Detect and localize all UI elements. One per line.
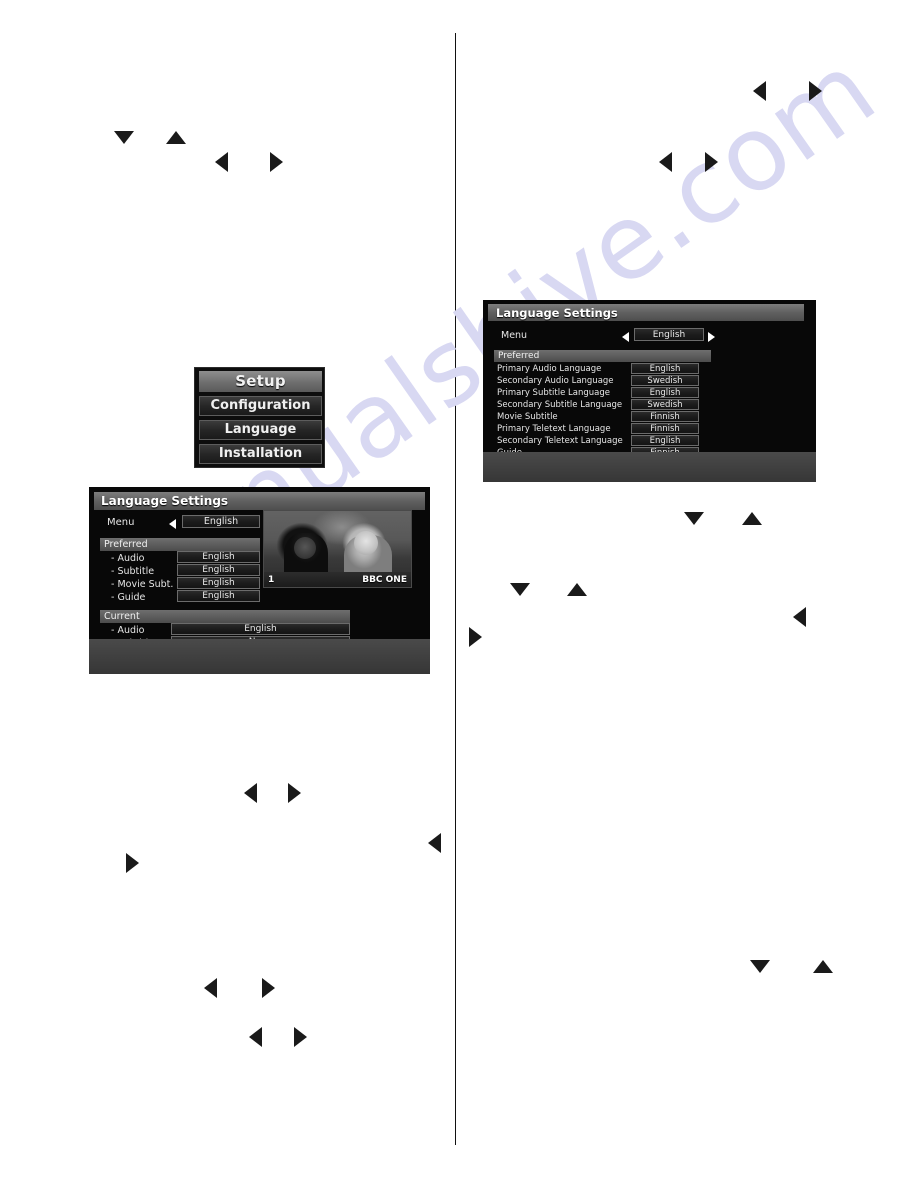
panel1-preferred-row-label-1: - Subtitle bbox=[111, 566, 155, 577]
panel2-row-label-6: Secondary Teletext Language bbox=[497, 436, 623, 446]
right-arrow-icon bbox=[809, 81, 822, 101]
tv-preview-thumbnail: 1 BBC ONE bbox=[263, 510, 412, 588]
tv-preview-face-right bbox=[354, 531, 378, 555]
panel1-current-row-label-0: - Audio bbox=[111, 625, 145, 636]
panel1-menu-value[interactable]: English bbox=[182, 515, 260, 528]
down-arrow-icon bbox=[510, 583, 530, 596]
panel2-row-label-3: Secondary Subtitle Language bbox=[497, 400, 623, 410]
setup-menu-title: Setup bbox=[199, 371, 322, 392]
panel1-preferred-section-header: Preferred bbox=[100, 538, 260, 551]
left-arrow-icon bbox=[428, 833, 441, 853]
down-arrow-icon bbox=[114, 131, 134, 144]
panel2-row-value-1[interactable]: Swedish bbox=[631, 375, 699, 386]
panel1-preferred-row-value-0[interactable]: English bbox=[177, 551, 260, 563]
right-arrow-icon bbox=[126, 853, 139, 873]
panel1-preferred-row-label-2: - Movie Subt. bbox=[111, 579, 174, 590]
right-arrow-icon bbox=[288, 783, 301, 803]
right-arrow-icon bbox=[469, 627, 482, 647]
panel2-row-label-4: Movie Subtitle bbox=[497, 412, 558, 422]
panel1-title: Language Settings bbox=[94, 492, 425, 510]
panel2-row-label-2: Primary Subtitle Language bbox=[497, 388, 610, 398]
setup-menu-screenshot: Setup Configuration Language Installatio… bbox=[194, 367, 325, 468]
panel2-preferred-section-header: Preferred bbox=[494, 350, 711, 362]
panel2-row-value-3[interactable]: Swedish bbox=[631, 399, 699, 410]
panel2-row-label-5: Primary Teletext Language bbox=[497, 424, 611, 434]
panel2-row-value-5[interactable]: Finnish bbox=[631, 423, 699, 434]
panel2-row-value-0[interactable]: English bbox=[631, 363, 699, 374]
panel2-row-value-6[interactable]: English bbox=[631, 435, 699, 446]
panel2-menu-value[interactable]: English bbox=[634, 328, 704, 341]
panel2-row-label-0: Primary Audio Language bbox=[497, 364, 602, 374]
left-arrow-icon bbox=[793, 607, 806, 627]
up-arrow-icon bbox=[166, 131, 186, 144]
up-arrow-icon bbox=[742, 512, 762, 525]
down-arrow-icon bbox=[750, 960, 770, 973]
tv-preview-channel-name: BBC ONE bbox=[362, 574, 407, 585]
left-arrow-icon bbox=[215, 152, 228, 172]
right-arrow-icon bbox=[262, 978, 275, 998]
right-arrow-icon bbox=[294, 1027, 307, 1047]
setup-menu-item-configuration[interactable]: Configuration bbox=[199, 396, 322, 416]
panel2-menu-left-arrow-icon[interactable] bbox=[622, 332, 629, 342]
panel1-menu-left-arrow-icon[interactable] bbox=[169, 519, 176, 529]
panel1-preferred-row-value-2[interactable]: English bbox=[177, 577, 260, 589]
up-arrow-icon bbox=[567, 583, 587, 596]
panel1-preferred-row-value-3[interactable]: English bbox=[177, 590, 260, 602]
panel2-menu-right-arrow-icon[interactable] bbox=[708, 332, 715, 342]
up-arrow-icon bbox=[813, 960, 833, 973]
left-arrow-icon bbox=[204, 978, 217, 998]
tv-preview-channel-bar: 1 BBC ONE bbox=[264, 572, 411, 587]
panel2-row-value-4[interactable]: Finnish bbox=[631, 411, 699, 422]
panel1-preferred-row-value-1[interactable]: English bbox=[177, 564, 260, 576]
right-arrow-icon bbox=[270, 152, 283, 172]
panel1-menu-label: Menu bbox=[107, 517, 135, 528]
panel1-preferred-row-label-0: - Audio bbox=[111, 553, 145, 564]
panel2-row-label-1: Secondary Audio Language bbox=[497, 376, 614, 386]
left-arrow-icon bbox=[244, 783, 257, 803]
panel2-footer-bar bbox=[483, 452, 816, 482]
down-arrow-icon bbox=[684, 512, 704, 525]
tv-preview-channel-number: 1 bbox=[268, 574, 275, 585]
panel1-current-section-header: Current bbox=[100, 610, 350, 623]
left-arrow-icon bbox=[659, 152, 672, 172]
setup-menu-item-installation[interactable]: Installation bbox=[199, 444, 322, 464]
right-arrow-icon bbox=[705, 152, 718, 172]
panel1-preferred-row-label-3: - Guide bbox=[111, 592, 146, 603]
panel1-current-row-value-0: English bbox=[171, 623, 350, 635]
panel2-row-value-2[interactable]: English bbox=[631, 387, 699, 398]
left-arrow-icon bbox=[753, 81, 766, 101]
panel1-footer-bar bbox=[89, 639, 430, 674]
panel2-title: Language Settings bbox=[488, 304, 804, 321]
language-settings-advanced-screenshot: Language Settings Menu English Preferred… bbox=[483, 300, 816, 482]
column-divider bbox=[455, 33, 456, 1145]
left-arrow-icon bbox=[249, 1027, 262, 1047]
panel2-menu-label: Menu bbox=[501, 330, 528, 341]
tv-preview-face-left bbox=[294, 537, 316, 559]
setup-menu-item-language[interactable]: Language bbox=[199, 420, 322, 440]
manual-page: manualshive.com Setup Configuration Lang… bbox=[0, 0, 918, 1188]
